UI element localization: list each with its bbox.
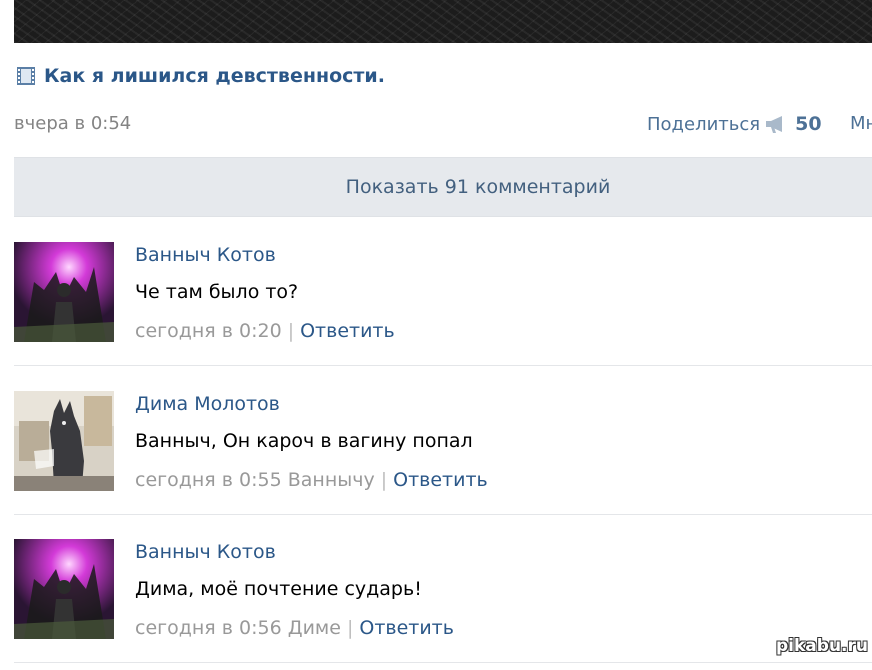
avatar[interactable] (14, 539, 114, 639)
comment-text: Дима, моё почтение сударь! (135, 578, 422, 600)
reply-button[interactable]: Ответить (393, 469, 488, 491)
avatar[interactable] (14, 242, 114, 342)
post-title[interactable]: Как я лишился девственности. (16, 62, 385, 90)
meta-separator: | (380, 469, 388, 491)
comment-item: Ванныч Котов Дима, моё почтение сударь! … (14, 514, 872, 654)
share-label[interactable]: Поделиться (647, 114, 760, 135)
reply-to-name[interactable]: Ваннычу (288, 469, 375, 491)
dog-avatar-image (14, 391, 114, 491)
comment-author[interactable]: Ванныч Котов (135, 541, 276, 563)
comment-meta: сегодня в 0:20 | Ответить (135, 320, 395, 342)
comment-item: Дима Молотов Ванныч, Он кароч в вагину п… (14, 366, 872, 506)
share-count: 50 (795, 113, 822, 135)
more-link[interactable]: Мн (850, 113, 872, 134)
post-image-strip[interactable] (14, 0, 872, 43)
concert-avatar-image (14, 242, 114, 342)
comment-meta: сегодня в 0:55 Ваннычу | Ответить (135, 469, 488, 491)
show-comments-button[interactable]: Показать 91 комментарий (14, 157, 872, 217)
megaphone-icon (766, 116, 783, 133)
post-date[interactable]: вчера в 0:54 (14, 113, 131, 134)
share-button[interactable]: Поделиться 50 (647, 113, 822, 135)
meta-separator: | (346, 617, 354, 639)
comment-text: Че там было то? (135, 281, 299, 303)
comment-divider (14, 662, 872, 663)
comment-time[interactable]: сегодня в 0:56 (135, 617, 282, 639)
comment-item: Ванныч Котов Че там было то? сегодня в 0… (14, 217, 872, 357)
reply-button[interactable]: Ответить (359, 617, 454, 639)
avatar[interactable] (14, 391, 114, 491)
meta-separator: | (287, 320, 295, 342)
film-icon (17, 67, 35, 85)
comment-author[interactable]: Ванныч Котов (135, 244, 276, 266)
concert-avatar-image (14, 539, 114, 639)
comment-time[interactable]: сегодня в 0:55 (135, 469, 282, 491)
reply-button[interactable]: Ответить (300, 320, 395, 342)
reply-to-name[interactable]: Диме (288, 617, 341, 639)
watermark: pikabu.ru (776, 636, 868, 656)
comment-meta: сегодня в 0:56 Диме | Ответить (135, 617, 454, 639)
comment-author[interactable]: Дима Молотов (135, 393, 280, 415)
post-title-text[interactable]: Как я лишился девственности. (44, 65, 385, 87)
comment-text: Ванныч, Он кароч в вагину попал (135, 430, 473, 452)
comment-time[interactable]: сегодня в 0:20 (135, 320, 282, 342)
